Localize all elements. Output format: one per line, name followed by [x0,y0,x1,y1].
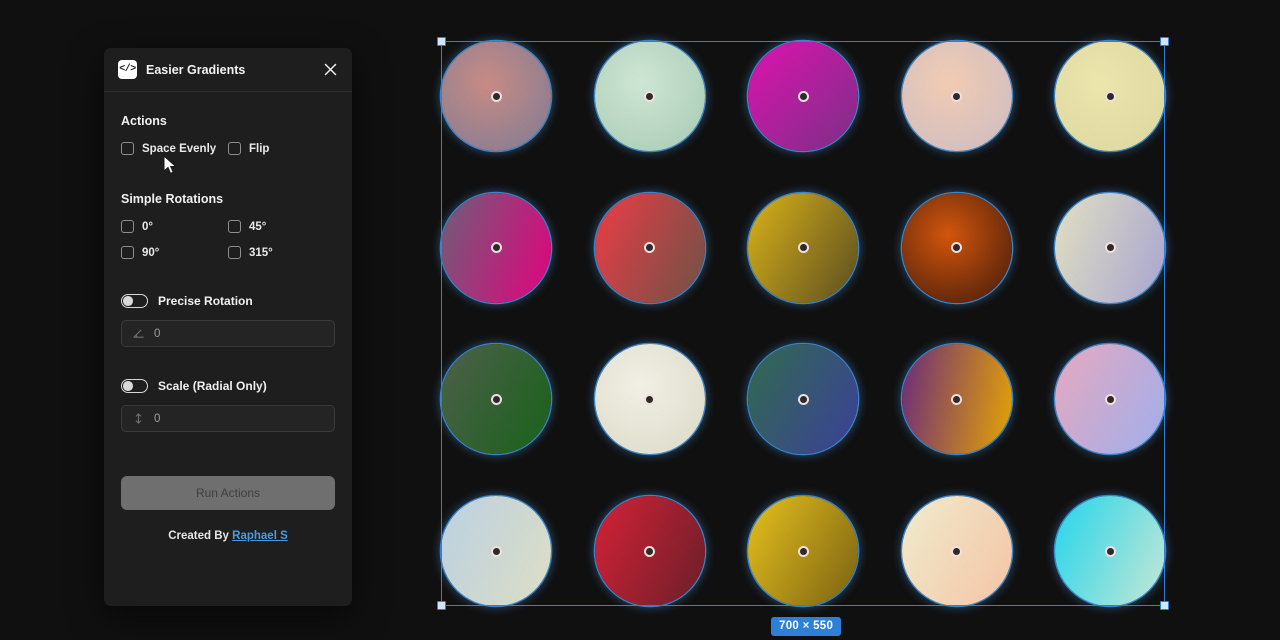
gradient-center-handle[interactable] [646,93,653,100]
gradient-blob-r2c5[interactable] [1055,193,1165,303]
gradient-blob-r4c4[interactable] [902,496,1012,606]
selection-size-badge: 700 × 550 [771,617,841,636]
gradient-blob-r1c1[interactable] [441,41,551,151]
spacer [121,272,335,288]
checkbox-space-evenly-label: Space Evenly [142,143,216,155]
credit-prefix: Created By [168,530,232,542]
checkbox-rotation-45[interactable]: 45° [228,220,335,233]
spacer [121,168,335,184]
plugin-panel: </> Easier Gradients Actions Space Evenl… [104,48,352,606]
gradient-center-handle[interactable] [953,548,960,555]
gradient-blob-r3c2[interactable] [595,344,705,454]
gradient-center-handle[interactable] [493,93,500,100]
toggle-knob [123,381,133,391]
run-actions-button[interactable]: Run Actions [121,476,335,510]
close-icon[interactable] [321,61,339,79]
gradient-blob-r3c3[interactable] [748,344,858,454]
section-title-simple-rotations: Simple Rotations [121,192,335,206]
spacer [121,347,335,363]
checkbox-flip[interactable]: Flip [228,142,335,155]
gradient-blob-r4c5[interactable] [1055,496,1165,606]
vertical-resize-icon [132,412,145,425]
gradient-blob-r3c5[interactable] [1055,344,1165,454]
gradient-center-handle[interactable] [1107,93,1114,100]
checkbox-rotation-90-label: 90° [142,247,159,259]
input-scale[interactable]: 0 [121,405,335,432]
mouse-cursor [163,155,179,177]
rotations-checkbox-row-1: 0° 45° [121,220,335,233]
section-title-actions: Actions [121,114,335,128]
checkbox-space-evenly-box[interactable] [121,142,134,155]
checkbox-rotation-90-box[interactable] [121,246,134,259]
checkbox-space-evenly[interactable]: Space Evenly [121,142,228,155]
gradient-blob-r1c3[interactable] [748,41,858,151]
gradient-blob-r4c3[interactable] [748,496,858,606]
app-root: 700 × 550 </> Easier Gradients Actions S… [0,0,1280,640]
angle-icon [132,327,145,340]
gradient-blob-r2c1[interactable] [441,193,551,303]
toggle-row-scale[interactable]: Scale (Radial Only) [121,379,335,393]
gradient-center-handle[interactable] [800,396,807,403]
gradient-blob-r1c2[interactable] [595,41,705,151]
gradient-center-handle[interactable] [1107,396,1114,403]
checkbox-rotation-315-box[interactable] [228,246,241,259]
toggle-row-precise-rotation[interactable]: Precise Rotation [121,294,335,308]
panel-title: Easier Gradients [146,63,245,77]
spacer [121,363,335,373]
checkbox-flip-label: Flip [249,143,269,155]
checkbox-rotation-0[interactable]: 0° [121,220,228,233]
gradient-center-handle[interactable] [1107,244,1114,251]
gradient-center-handle[interactable] [646,548,653,555]
gradient-center-handle[interactable] [800,93,807,100]
gradient-blob-r2c3[interactable] [748,193,858,303]
gradient-blob-r3c4[interactable] [902,344,1012,454]
gradient-center-handle[interactable] [953,396,960,403]
checkbox-rotation-0-box[interactable] [121,220,134,233]
rotations-checkbox-row-2: 90° 315° [121,246,335,259]
gradient-blob-r2c4[interactable] [902,193,1012,303]
credit-link[interactable]: Raphael S [232,530,288,542]
checkbox-rotation-0-label: 0° [142,221,153,233]
checkbox-rotation-45-box[interactable] [228,220,241,233]
gradient-blob-r1c4[interactable] [902,41,1012,151]
credit-line: Created By Raphael S [121,530,335,542]
toggle-scale-label: Scale (Radial Only) [158,379,267,393]
gradient-center-handle[interactable] [493,548,500,555]
toggle-precise-rotation-label: Precise Rotation [158,294,253,308]
gradient-blob-r4c1[interactable] [441,496,551,606]
gradient-blob-r1c5[interactable] [1055,41,1165,151]
gradient-center-handle[interactable] [646,396,653,403]
checkbox-rotation-90[interactable]: 90° [121,246,228,259]
gradient-center-handle[interactable] [493,244,500,251]
gradient-center-handle[interactable] [800,244,807,251]
panel-body: Actions Space Evenly Flip Simple Rotatio… [104,92,352,542]
plugin-logo-icon: </> [118,60,137,79]
toggle-precise-rotation[interactable] [121,294,148,308]
toggle-knob [123,296,133,306]
gradient-blob-r4c2[interactable] [595,496,705,606]
checkbox-flip-box[interactable] [228,142,241,155]
checkbox-rotation-315-label: 315° [249,247,273,259]
gradient-center-handle[interactable] [953,93,960,100]
input-precise-rotation[interactable]: 0 [121,320,335,347]
gradient-center-handle[interactable] [1107,548,1114,555]
input-precise-rotation-value: 0 [154,328,160,340]
toggle-scale[interactable] [121,379,148,393]
gradient-grid [441,41,1165,606]
panel-header: </> Easier Gradients [104,48,352,92]
checkbox-rotation-45-label: 45° [249,221,266,233]
gradient-center-handle[interactable] [800,548,807,555]
actions-checkbox-row: Space Evenly Flip [121,142,335,155]
input-scale-value: 0 [154,413,160,425]
gradient-blob-r2c2[interactable] [595,193,705,303]
gradient-blob-r3c1[interactable] [441,344,551,454]
gradient-center-handle[interactable] [493,396,500,403]
checkbox-rotation-315[interactable]: 315° [228,246,335,259]
